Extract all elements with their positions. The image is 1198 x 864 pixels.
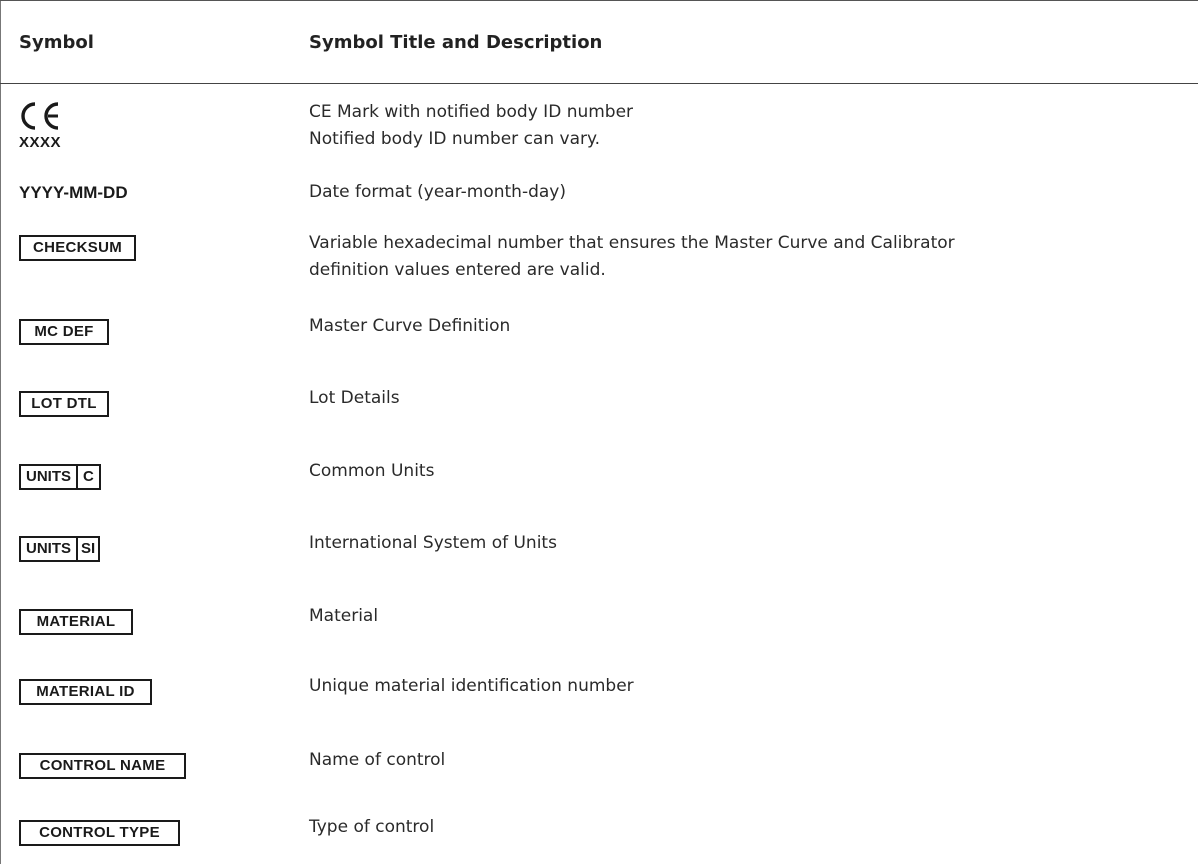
table-row: CONTROL NAME Name of control [0,747,1198,787]
row-description: Date format (year-month-day) [309,179,566,206]
row-description: CE Mark with notified body ID number Not… [309,99,633,153]
control-type-symbol: CONTROL TYPE [19,820,180,846]
ce-notified-body-number: XXXX [19,134,62,151]
table-row: CONTROL TYPE Type of control [0,814,1198,854]
row-description: Name of control [309,747,445,774]
row-description: Lot Details [309,385,400,412]
description-line: Master Curve Definition [309,316,511,336]
table-row: LOT DTL Lot Details [0,385,1198,425]
description-line: Material [309,606,379,626]
table-row: YYYY-MM-DD Date format (year-month-day) [0,179,1198,209]
table-row: MATERIAL ID Unique material identificati… [0,673,1198,713]
row-description: Master Curve Definition [309,313,510,340]
description-line: definition values entered are valid. [309,260,606,280]
table-header: Symbol Symbol Title and Description [0,1,1198,84]
description-line: Common Units [309,461,435,481]
row-description: Unique material identification number [309,673,634,700]
ce-mark-icon [21,102,59,130]
checksum-symbol: CHECKSUM [19,235,136,261]
description-line: Type of control [309,817,435,837]
description-line: Name of control [309,750,446,770]
table-row: UNITS C Common Units [0,458,1198,498]
row-description: Type of control [309,814,434,841]
description-line: Lot Details [309,388,400,408]
units-system-label: C [76,466,99,488]
units-si-symbol: UNITS SI [19,536,101,562]
table-row: MATERIAL Material [0,603,1198,643]
units-system-label: SI [76,538,98,560]
row-description: International System of Units [309,530,557,557]
description-line: Date format (year-month-day) [309,182,566,202]
control-name-symbol: CONTROL NAME [19,753,186,779]
row-description: Material [309,603,378,630]
description-line: International System of Units [309,533,557,553]
row-description: Common Units [309,458,434,485]
row-description: Variable hexadecimal number that ensures… [309,230,955,284]
material-symbol: MATERIAL [19,609,133,635]
mc-def-symbol: MC DEF [19,319,109,345]
description-line: Notified body ID number can vary. [309,129,601,149]
lot-dtl-symbol: LOT DTL [19,391,109,417]
symbol-table: Symbol Symbol Title and Description XXXX… [0,0,1198,864]
table-row: MC DEF Master Curve Definition [0,313,1198,353]
units-common-symbol: UNITS C [19,464,101,490]
description-line: Variable hexadecimal number that ensures… [309,233,955,253]
table-row: XXXX CE Mark with notified body ID numbe… [0,101,1198,161]
material-id-symbol: MATERIAL ID [19,679,152,705]
header-description: Symbol Title and Description [309,32,603,53]
units-label: UNITS [26,468,71,485]
units-label: UNITS [26,540,71,557]
description-line: CE Mark with notified body ID number [309,102,634,122]
header-symbol: Symbol [19,32,94,53]
table-row: UNITS SI International System of Units [0,530,1198,570]
date-format-symbol: YYYY-MM-DD [19,183,128,202]
description-line: Unique material identification number [309,676,634,696]
table-row: CHECKSUM Variable hexadecimal number tha… [0,230,1198,286]
